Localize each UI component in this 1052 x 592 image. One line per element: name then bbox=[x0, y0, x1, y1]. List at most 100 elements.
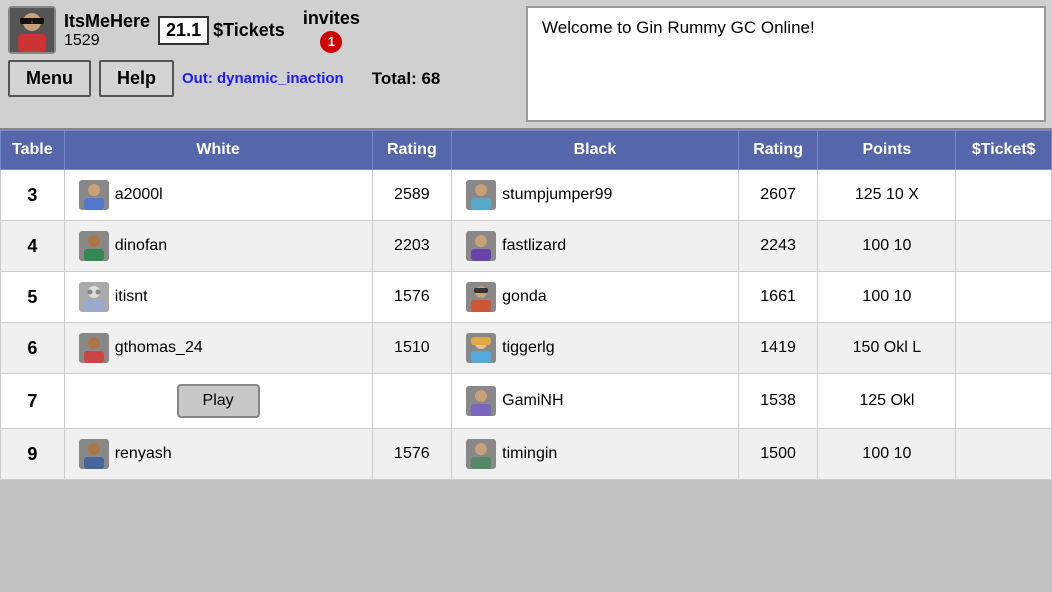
cell-black-player: tiggerlg bbox=[452, 323, 739, 374]
black-name[interactable]: fastlizard bbox=[502, 237, 566, 255]
cell-points: 100 10 bbox=[818, 221, 956, 272]
cell-table-num: 6 bbox=[1, 323, 65, 374]
menu-button[interactable]: Menu bbox=[8, 60, 91, 97]
black-name[interactable]: stumpjumper99 bbox=[502, 186, 612, 204]
header: ItsMeHere 1529 21.1 $Tickets invites 1 M… bbox=[0, 0, 1052, 130]
white-avatar bbox=[79, 180, 109, 210]
cell-tickets bbox=[956, 429, 1052, 480]
username: ItsMeHere bbox=[64, 11, 150, 32]
cell-white-rating: 2203 bbox=[372, 221, 452, 272]
tickets-block: 21.1 $Tickets bbox=[158, 16, 285, 45]
black-avatar bbox=[466, 282, 496, 312]
cell-points: 100 10 bbox=[818, 429, 956, 480]
welcome-message: Welcome to Gin Rummy GC Online! bbox=[542, 18, 815, 38]
col-header-white: White bbox=[64, 131, 372, 170]
username-block: ItsMeHere 1529 bbox=[64, 11, 150, 50]
white-player-cell: gthomas_24 bbox=[71, 333, 366, 363]
table-row: 9renyash1576timingin1500100 10 bbox=[1, 429, 1052, 480]
cell-black-player: gonda bbox=[452, 272, 739, 323]
cell-white-player[interactable]: Play bbox=[64, 374, 372, 429]
white-name[interactable]: dinofan bbox=[115, 237, 168, 255]
user-rating: 1529 bbox=[64, 32, 150, 50]
welcome-panel: Welcome to Gin Rummy GC Online! bbox=[526, 6, 1046, 122]
cell-points: 125 Okl bbox=[818, 374, 956, 429]
cell-white-player: dinofan bbox=[64, 221, 372, 272]
col-header-black: Black bbox=[452, 131, 739, 170]
white-name[interactable]: a2000l bbox=[115, 186, 163, 204]
cell-table-num: 4 bbox=[1, 221, 65, 272]
white-avatar bbox=[79, 231, 109, 261]
cell-white-rating: 1576 bbox=[372, 272, 452, 323]
table-header-row: Table White Rating Black Rating Points $… bbox=[1, 131, 1052, 170]
cell-black-rating: 1419 bbox=[738, 323, 818, 374]
black-avatar bbox=[466, 386, 496, 416]
white-player-cell: itisnt bbox=[71, 282, 366, 312]
cell-black-rating: 1661 bbox=[738, 272, 818, 323]
white-avatar bbox=[79, 333, 109, 363]
tickets-value: 21.1 bbox=[158, 16, 209, 45]
cell-tickets bbox=[956, 323, 1052, 374]
black-name[interactable]: gonda bbox=[502, 288, 547, 306]
header-left: ItsMeHere 1529 21.1 $Tickets invites 1 M… bbox=[0, 0, 520, 128]
black-player-cell: tiggerlg bbox=[458, 333, 732, 363]
white-player-cell: a2000l bbox=[71, 180, 366, 210]
black-player-cell: gonda bbox=[458, 282, 732, 312]
col-header-table: Table bbox=[1, 131, 65, 170]
invites-label: invites bbox=[303, 8, 360, 29]
cell-white-player: renyash bbox=[64, 429, 372, 480]
invites-badge[interactable]: 1 bbox=[320, 31, 342, 53]
cell-black-player: fastlizard bbox=[452, 221, 739, 272]
cell-points: 125 10 X bbox=[818, 170, 956, 221]
white-name[interactable]: itisnt bbox=[115, 288, 148, 306]
cell-black-player: GamiNH bbox=[452, 374, 739, 429]
col-header-rating-black: Rating bbox=[738, 131, 818, 170]
white-player-cell: dinofan bbox=[71, 231, 366, 261]
black-name[interactable]: tiggerlg bbox=[502, 339, 554, 357]
cell-black-rating: 2243 bbox=[738, 221, 818, 272]
cell-white-rating bbox=[372, 374, 452, 429]
cell-tickets bbox=[956, 272, 1052, 323]
table-row: 4 dinofan 2203 fastlizard 2243100 10 bbox=[1, 221, 1052, 272]
cell-white-rating: 1576 bbox=[372, 429, 452, 480]
col-header-rating-white: Rating bbox=[372, 131, 452, 170]
help-button[interactable]: Help bbox=[99, 60, 174, 97]
game-table: Table White Rating Black Rating Points $… bbox=[0, 130, 1052, 480]
black-avatar bbox=[466, 439, 496, 469]
white-avatar bbox=[79, 282, 109, 312]
table-row: 5 itisnt 1576 gonda 1661100 10 bbox=[1, 272, 1052, 323]
tickets-label: $Tickets bbox=[213, 20, 285, 41]
black-name[interactable]: timingin bbox=[502, 445, 557, 463]
black-player-cell: GamiNH bbox=[458, 386, 732, 416]
black-player-cell: fastlizard bbox=[458, 231, 732, 261]
black-player-cell: timingin bbox=[458, 439, 732, 469]
col-header-tickets: $Ticket$ bbox=[956, 131, 1052, 170]
black-avatar bbox=[466, 333, 496, 363]
cell-black-rating: 2607 bbox=[738, 170, 818, 221]
black-avatar bbox=[466, 231, 496, 261]
cell-points: 100 10 bbox=[818, 272, 956, 323]
cell-table-num: 3 bbox=[1, 170, 65, 221]
white-player-cell: renyash bbox=[71, 439, 366, 469]
cell-points: 150 Okl L bbox=[818, 323, 956, 374]
status-text: Out: dynamic_inaction bbox=[182, 70, 344, 87]
cell-table-num: 5 bbox=[1, 272, 65, 323]
cell-tickets bbox=[956, 221, 1052, 272]
black-name[interactable]: GamiNH bbox=[502, 392, 563, 410]
cell-white-rating: 2589 bbox=[372, 170, 452, 221]
white-name[interactable]: gthomas_24 bbox=[115, 339, 203, 357]
table-row: 6 gthomas_24 1510 tiggerlg 1419150 Okl L bbox=[1, 323, 1052, 374]
play-button[interactable]: Play bbox=[177, 384, 260, 418]
black-player-cell: stumpjumper99 bbox=[458, 180, 732, 210]
table-row: 7PlayGamiNH1538125 Okl bbox=[1, 374, 1052, 429]
cell-tickets bbox=[956, 374, 1052, 429]
cell-white-player: gthomas_24 bbox=[64, 323, 372, 374]
total-text: Total: 68 bbox=[372, 69, 441, 89]
table-row: 3 a2000l 2589 stumpjumper99 2607125 10 X bbox=[1, 170, 1052, 221]
header-bottom-row: Menu Help Out: dynamic_inaction Total: 6… bbox=[8, 60, 512, 97]
col-header-points: Points bbox=[818, 131, 956, 170]
cell-white-rating: 1510 bbox=[372, 323, 452, 374]
cell-black-rating: 1500 bbox=[738, 429, 818, 480]
avatar bbox=[8, 6, 56, 54]
white-name[interactable]: renyash bbox=[115, 445, 172, 463]
invites-block: invites 1 bbox=[303, 8, 360, 53]
